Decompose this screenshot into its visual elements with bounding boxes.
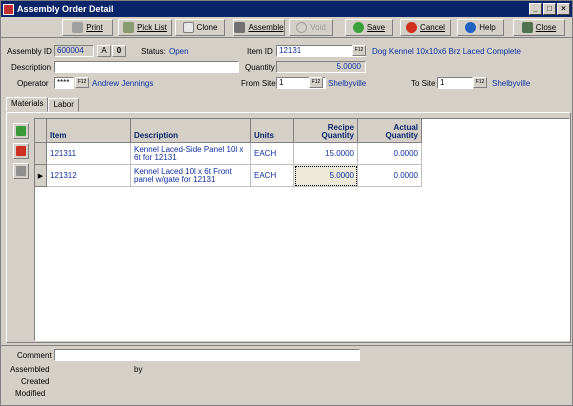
to-site-input[interactable]: 1: [437, 77, 473, 89]
operator-label: Operator: [17, 79, 49, 88]
operator-input[interactable]: ****: [54, 77, 74, 89]
cell-item[interactable]: 121311: [47, 143, 131, 165]
row-indicator[interactable]: [35, 143, 47, 165]
current-row-arrow-icon: ▶: [37, 172, 44, 180]
assembled-by-label: by: [134, 365, 143, 374]
column-header-recipe-quantity[interactable]: Recipe Quantity: [294, 119, 358, 143]
column-header-actual-quantity[interactable]: Actual Quantity: [358, 119, 422, 143]
quantity-label: Quantity: [245, 63, 275, 72]
pick-list-button[interactable]: Pick List: [118, 19, 172, 36]
cell-actual-quantity[interactable]: 0.0000: [358, 165, 422, 187]
window-title: Assembly Order Detail: [17, 4, 114, 14]
void-icon: [296, 22, 308, 33]
quantity-field: 5.0000: [276, 61, 366, 73]
edit-line-icon: [16, 166, 26, 176]
tab-strip: Materials Labor: [6, 97, 79, 112]
created-label: Created: [21, 377, 50, 386]
print-icon: [72, 22, 84, 33]
close-window-button[interactable]: ×: [557, 3, 570, 15]
materials-grid[interactable]: Item Description Units Recipe Quantity A…: [34, 118, 570, 341]
description-input[interactable]: [54, 61, 239, 73]
add-line-button[interactable]: [13, 123, 29, 139]
operator-name: Andrew Jennings: [92, 79, 154, 88]
clone-icon: [182, 22, 194, 33]
void-button[interactable]: Void: [289, 19, 333, 36]
print-button[interactable]: Print: [62, 19, 113, 36]
status-value: Open: [169, 47, 189, 56]
cell-recipe-quantity[interactable]: 5.0000: [294, 165, 358, 187]
comment-label: Comment: [17, 351, 52, 360]
assembly-id-field: 600004: [54, 45, 94, 57]
help-icon: [465, 22, 477, 33]
save-icon: [352, 22, 364, 33]
cell-units[interactable]: EACH: [251, 165, 294, 187]
to-site-label: To Site: [411, 79, 436, 88]
close-button[interactable]: Close: [513, 19, 565, 36]
cancel-icon: [406, 22, 418, 33]
delete-line-icon: [16, 146, 26, 156]
description-label: Description: [11, 63, 52, 72]
footer-divider: [1, 345, 572, 346]
to-site-name: Shelbyville: [492, 79, 531, 88]
column-header-description[interactable]: Description: [131, 119, 251, 143]
status-a-button[interactable]: A: [97, 45, 111, 57]
cancel-button[interactable]: Cancel: [400, 19, 451, 36]
cell-description[interactable]: Kennel Laced 10l x 6t Front panel w/gate…: [131, 165, 251, 187]
item-id-lookup-button[interactable]: F12: [352, 45, 366, 56]
grid-corner: [35, 119, 47, 143]
cell-actual-quantity[interactable]: 0.0000: [358, 143, 422, 165]
operator-lookup-button[interactable]: F12: [75, 77, 89, 88]
minimize-button[interactable]: _: [529, 3, 542, 15]
clone-button[interactable]: Clone: [175, 19, 225, 36]
assemble-icon: [234, 22, 246, 33]
column-header-item[interactable]: Item: [47, 119, 131, 143]
app-icon: [3, 3, 14, 15]
from-site-label: From Site: [241, 79, 276, 88]
add-line-icon: [16, 126, 26, 136]
title-bar: Assembly Order Detail _ □ ×: [1, 1, 572, 17]
cell-recipe-quantity[interactable]: 15.0000: [294, 143, 358, 165]
column-header-units[interactable]: Units: [251, 119, 294, 143]
delete-line-button[interactable]: [13, 143, 29, 159]
from-site-lookup-button[interactable]: F12: [309, 77, 323, 88]
item-id-label: Item ID: [247, 47, 273, 56]
to-site-lookup-button[interactable]: F12: [473, 77, 487, 88]
tab-materials[interactable]: Materials: [6, 97, 49, 112]
item-description-text: Dog Kennel 10x10x6 Brz Laced Complete: [372, 47, 521, 56]
toolbar: Print Pick List Clone Assemble Void Save…: [1, 18, 572, 38]
maximize-button[interactable]: □: [543, 3, 556, 15]
from-site-name: Shelbyville: [328, 79, 367, 88]
assembled-label: Assembled: [10, 365, 50, 374]
assemble-button[interactable]: Assemble: [233, 19, 285, 36]
tab-labor[interactable]: Labor: [48, 98, 79, 112]
cell-item[interactable]: 121312: [47, 165, 131, 187]
materials-panel: Item Description Units Recipe Quantity A…: [6, 112, 571, 343]
save-button[interactable]: Save: [345, 19, 393, 36]
close-icon: [521, 22, 533, 33]
assembly-order-window: Assembly Order Detail _ □ × Print Pick L…: [0, 0, 573, 406]
cell-units[interactable]: EACH: [251, 143, 294, 165]
cell-description[interactable]: Kennel Laced-Side Panel 10l x 6t for 121…: [131, 143, 251, 165]
pick-list-icon: [123, 22, 135, 33]
status-label: Status:: [141, 47, 166, 56]
help-button[interactable]: Help: [457, 19, 504, 36]
modified-label: Modified: [15, 389, 46, 398]
assembly-id-label: Assembly ID: [7, 47, 52, 56]
edit-line-button[interactable]: [13, 163, 29, 179]
current-row-indicator[interactable]: ▶: [35, 165, 47, 187]
comment-input[interactable]: [54, 349, 360, 361]
status-zero-button[interactable]: 0: [112, 45, 126, 57]
